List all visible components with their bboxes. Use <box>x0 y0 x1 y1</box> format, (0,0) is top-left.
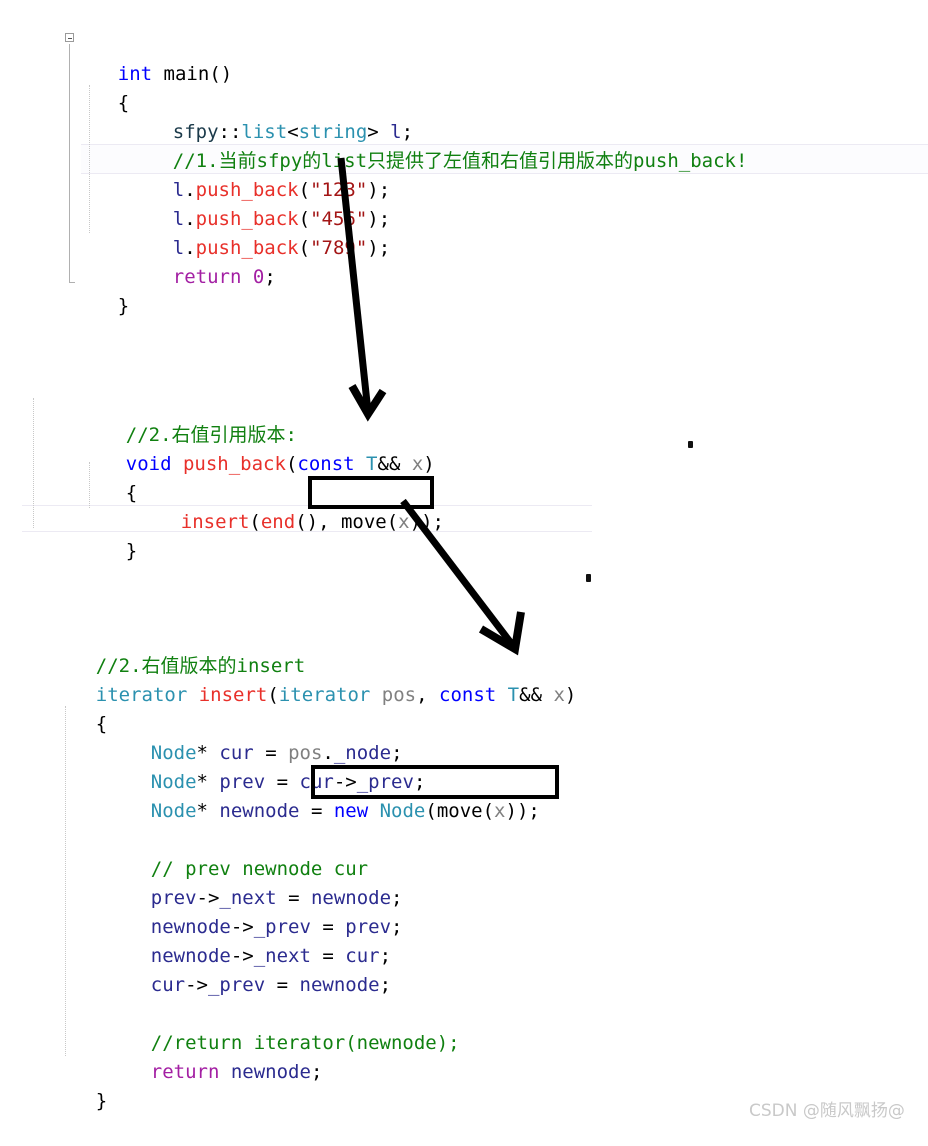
rvalue-ref-operator: && <box>377 452 412 475</box>
code-line-insert-open-brace: { <box>50 680 107 769</box>
paren-close: )); <box>505 799 540 822</box>
parameter-x: x <box>398 510 410 533</box>
variable-newnode: newnode <box>230 1060 311 1083</box>
arrow-operator: -> <box>185 973 208 996</box>
function-name-push-back: push_back <box>182 452 286 475</box>
paren-close: ) <box>423 452 435 475</box>
parens: () <box>209 62 233 85</box>
paren-open: ( <box>285 452 298 475</box>
indent-guide <box>33 398 34 528</box>
paren-open-2: ( <box>482 799 495 822</box>
variable-newnode: newnode <box>219 799 300 822</box>
parameter-x: x <box>411 452 424 475</box>
comma: , <box>416 683 440 706</box>
code-line-return-zero: return 0; <box>127 233 276 322</box>
parameter-x: x <box>494 799 506 822</box>
call-move: move <box>340 510 387 533</box>
literal-zero: 0 <box>252 265 265 288</box>
type-iterator: iterator <box>95 683 188 706</box>
csdn-watermark: CSDN @随风飘扬@ <box>749 1101 905 1121</box>
paren-open: ( <box>249 510 261 533</box>
function-name-insert: insert <box>198 683 268 706</box>
semicolon: ; <box>264 265 276 288</box>
code-line-main-close-brace: } <box>72 262 129 351</box>
paren-close: ); <box>367 236 391 259</box>
keyword-return: return <box>172 265 242 288</box>
string-literal: "789" <box>310 236 368 259</box>
keyword-new: new <box>333 799 369 822</box>
paren-close: )); <box>409 510 444 533</box>
function-name-main: main <box>163 62 210 85</box>
type-T: T <box>507 683 520 706</box>
brace-close: } <box>117 294 130 317</box>
code-line-insert-close-brace: } <box>50 1057 107 1146</box>
variable-newnode: newnode <box>299 973 380 996</box>
assign-operator: = <box>299 799 334 822</box>
keyword-return: return <box>150 1060 220 1083</box>
paren-open: ( <box>267 683 279 706</box>
type-Node-ctor: Node <box>379 799 426 822</box>
assign-operator: = <box>265 973 300 996</box>
pointer-star: * <box>196 799 220 822</box>
paren-open: ( <box>425 799 437 822</box>
keyword-const: const <box>439 683 497 706</box>
paren-args: (), <box>295 510 341 533</box>
code-line-main-open-brace: { <box>72 59 129 148</box>
paren-close: ) <box>564 683 577 706</box>
member-prev: _prev <box>207 973 266 996</box>
paren-open-2: ( <box>386 510 399 533</box>
call-end: end <box>260 510 296 533</box>
variable-cur: cur <box>150 973 186 996</box>
code-line-insert-call: insert(end(), move(x)); <box>135 478 444 567</box>
type-T: T <box>366 452 378 475</box>
keyword-const: const <box>297 452 355 475</box>
rvalue-ref-operator: && <box>519 683 554 706</box>
semicolon: ; <box>391 915 403 938</box>
fold-rail <box>69 44 70 282</box>
paren-open: ( <box>298 236 311 259</box>
parameter-x: x <box>553 683 565 706</box>
code-editor-surface: int main() { sfpy::list<string> l; //1.当… <box>0 0 928 1127</box>
parameter-pos: pos <box>381 683 417 706</box>
call-move: move <box>436 799 483 822</box>
code-line-return-newnode: return newnode; <box>105 1028 323 1117</box>
type-iterator-param: iterator <box>278 683 371 706</box>
semicolon: ; <box>310 1060 323 1083</box>
type-Node: Node <box>150 799 197 822</box>
code-line-push-back-close-brace: } <box>80 507 137 596</box>
call-insert: insert <box>180 510 250 533</box>
brace-close: } <box>125 539 138 562</box>
semicolon: ; <box>379 973 392 996</box>
brace-close: } <box>95 1089 108 1112</box>
